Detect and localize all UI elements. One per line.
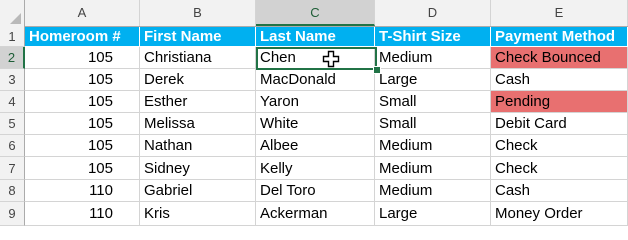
cell-e3[interactable]: Cash [491, 69, 628, 91]
cell-d3[interactable]: Large [375, 69, 491, 91]
cell-b3[interactable]: Derek [140, 69, 256, 91]
column-header-d[interactable]: D [375, 0, 491, 26]
row-header-2[interactable]: 2 [0, 47, 25, 69]
cell-d2[interactable]: Medium [375, 47, 491, 69]
excel-cross-cursor-icon [322, 50, 340, 68]
cell-b4[interactable]: Esther [140, 91, 256, 113]
row-header-6[interactable]: 6 [0, 135, 25, 157]
spreadsheet-grid: A B C D E 1 2 3 4 5 6 7 8 9 Homeroom # First Name Last N… [0, 0, 628, 226]
cell-d7[interactable]: Medium [375, 157, 491, 180]
column-header-a[interactable]: A [25, 0, 140, 26]
header-cell-a1[interactable]: Homeroom # [25, 27, 140, 47]
row-header-4[interactable]: 4 [0, 91, 25, 113]
cell-a5[interactable]: 105 [25, 113, 140, 135]
cell-e2[interactable]: Check Bounced [491, 47, 628, 69]
cell-e8[interactable]: Cash [491, 180, 628, 202]
column-header-e[interactable]: E [491, 0, 628, 26]
cell-b8[interactable]: Gabriel [140, 180, 256, 202]
cell-d4[interactable]: Small [375, 91, 491, 113]
cell-a7[interactable]: 105 [25, 157, 140, 180]
cell-c5[interactable]: White [256, 113, 375, 135]
cell-a9[interactable]: 110 [25, 202, 140, 226]
fill-handle[interactable] [373, 66, 381, 74]
row-header-3[interactable]: 3 [0, 69, 25, 91]
cell-c8[interactable]: Del Toro [256, 180, 375, 202]
cell-c9[interactable]: Ackerman [256, 202, 375, 226]
column-header-b[interactable]: B [140, 0, 256, 26]
cell-c3[interactable]: MacDonald [256, 69, 375, 91]
header-cell-c1[interactable]: Last Name [256, 27, 375, 47]
row-header-8[interactable]: 8 [0, 180, 25, 202]
cell-b9[interactable]: Kris [140, 202, 256, 226]
header-cell-d1[interactable]: T-Shirt Size [375, 27, 491, 47]
row-header-1[interactable]: 1 [0, 27, 25, 47]
header-cell-b1[interactable]: First Name [140, 27, 256, 47]
cell-c4[interactable]: Yaron [256, 91, 375, 113]
cell-e6[interactable]: Check [491, 135, 628, 157]
column-header-c[interactable]: C [256, 0, 375, 26]
select-all-triangle-icon [10, 13, 21, 24]
cell-c2[interactable]: Chen [256, 47, 375, 69]
cell-e5[interactable]: Debit Card [491, 113, 628, 135]
row-header-7[interactable]: 7 [0, 157, 25, 180]
cell-a6[interactable]: 105 [25, 135, 140, 157]
cell-b7[interactable]: Sidney [140, 157, 256, 180]
cell-b5[interactable]: Melissa [140, 113, 256, 135]
row-header-5[interactable]: 5 [0, 113, 25, 135]
cell-e7[interactable]: Check [491, 157, 628, 180]
cell-d6[interactable]: Medium [375, 135, 491, 157]
cell-d8[interactable]: Medium [375, 180, 491, 202]
cell-d9[interactable]: Large [375, 202, 491, 226]
cell-c7[interactable]: Kelly [256, 157, 375, 180]
row-header-9[interactable]: 9 [0, 202, 25, 226]
header-cell-e1[interactable]: Payment Method [491, 27, 628, 47]
cell-a2[interactable]: 105 [25, 47, 140, 69]
cell-a8[interactable]: 110 [25, 180, 140, 202]
cell-b6[interactable]: Nathan [140, 135, 256, 157]
cell-d5[interactable]: Small [375, 113, 491, 135]
cell-b2[interactable]: Christiana [140, 47, 256, 69]
cell-e9[interactable]: Money Order [491, 202, 628, 226]
select-all-corner[interactable] [0, 0, 25, 27]
cell-a3[interactable]: 105 [25, 69, 140, 91]
cell-c6[interactable]: Albee [256, 135, 375, 157]
cell-a4[interactable]: 105 [25, 91, 140, 113]
cell-e4[interactable]: Pending [491, 91, 628, 113]
